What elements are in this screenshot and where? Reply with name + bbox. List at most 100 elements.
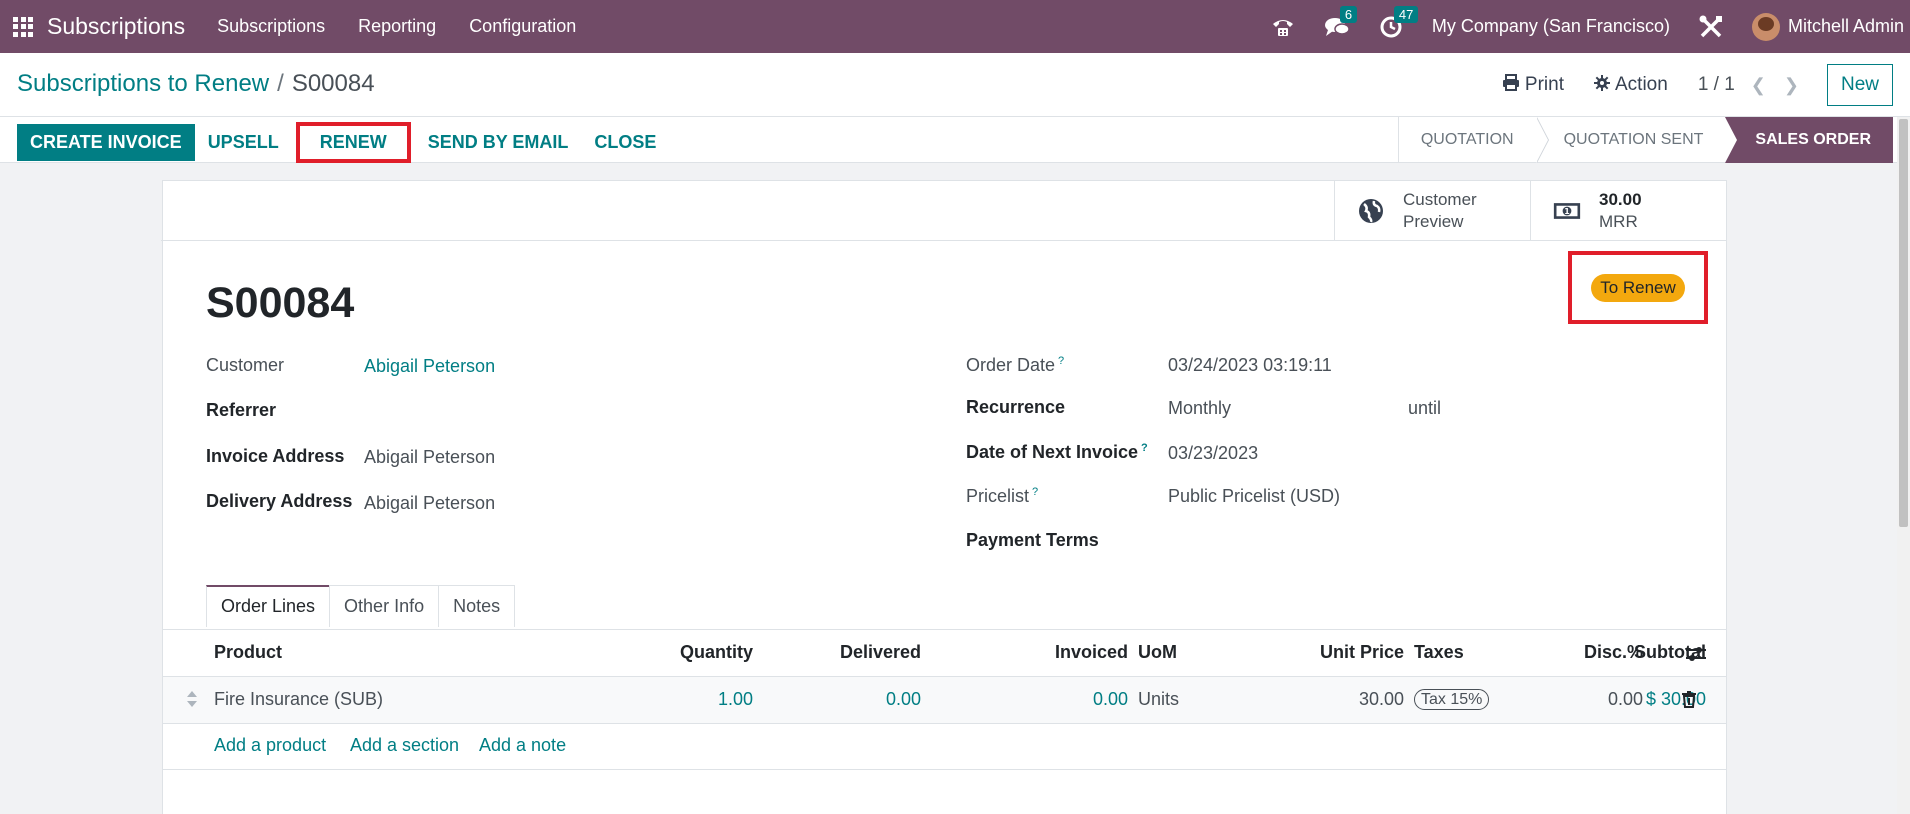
- order-date-label-text: Order Date: [966, 355, 1056, 375]
- stage-quotation-label: QUOTATION: [1420, 131, 1514, 148]
- help-icon[interactable]: ?: [1032, 486, 1038, 498]
- top-navbar: Subscriptions Subscriptions Reporting Co…: [0, 0, 1910, 53]
- action-label: Action: [1615, 74, 1668, 95]
- col-taxes[interactable]: Taxes: [1414, 642, 1464, 663]
- line-product[interactable]: Fire Insurance (SUB): [214, 689, 383, 710]
- help-icon[interactable]: ?: [1058, 355, 1064, 367]
- add-product-link[interactable]: Add a product: [214, 735, 326, 756]
- column-settings-icon[interactable]: [1686, 646, 1706, 667]
- invoice-address-field[interactable]: Abigail Peterson: [364, 447, 495, 468]
- mrr-text: 30.00 MRR: [1599, 189, 1642, 233]
- new-button[interactable]: New: [1826, 64, 1893, 106]
- mrr-button[interactable]: 1 30.00 MRR: [1530, 181, 1726, 241]
- customer-label: Customer: [206, 355, 285, 375]
- stage-quotation-sent[interactable]: QUOTATION SENT: [1536, 117, 1726, 163]
- page-title: S00084: [206, 279, 355, 327]
- money-icon: 1: [1553, 200, 1581, 222]
- recurrence-until-label: until: [1408, 398, 1442, 418]
- gear-icon: [1594, 74, 1610, 96]
- drag-handle-icon[interactable]: [186, 690, 198, 713]
- col-delivered[interactable]: Delivered: [723, 642, 921, 663]
- col-subtotal[interactable]: Subtotal: [1563, 642, 1706, 663]
- customer-preview-button[interactable]: Customer Preview: [1334, 181, 1530, 241]
- col-quantity[interactable]: Quantity: [533, 642, 753, 663]
- stage-quotation[interactable]: QUOTATION: [1399, 117, 1549, 163]
- status-badge: To Renew: [1591, 273, 1685, 302]
- help-icon[interactable]: ?: [1141, 442, 1148, 454]
- breadcrumb-parent[interactable]: Subscriptions to Renew: [17, 70, 269, 97]
- next-invoice-date-field[interactable]: 03/23/2023: [1168, 443, 1258, 464]
- send-by-email-button[interactable]: SEND BY EMAIL: [415, 124, 582, 161]
- customer-preview-line2: Preview: [1403, 212, 1464, 231]
- line-delivered[interactable]: 0.00: [723, 689, 921, 710]
- chat-icon[interactable]: 6: [1324, 5, 1358, 40]
- customer-preview-text: Customer Preview: [1403, 189, 1477, 233]
- create-invoice-button[interactable]: CREATE INVOICE: [17, 124, 195, 161]
- pricelist-field[interactable]: Public Pricelist (USD): [1168, 486, 1340, 507]
- menu-reporting[interactable]: Reporting: [358, 16, 436, 37]
- debug-tools-icon[interactable]: [1698, 14, 1724, 40]
- activity-clock-icon[interactable]: 47: [1378, 5, 1419, 40]
- scrollbar-thumb[interactable]: [1899, 119, 1908, 527]
- action-buttons: CREATE INVOICE UPSELL RENEW SEND BY EMAI…: [17, 122, 669, 163]
- menu-subscriptions[interactable]: Subscriptions: [217, 16, 325, 37]
- customer-field[interactable]: Abigail Peterson: [364, 356, 495, 377]
- form-sheet: Customer Preview 1 30.00 MRR To Renew S0…: [161, 180, 1727, 814]
- app-name[interactable]: Subscriptions: [47, 13, 185, 40]
- close-button[interactable]: CLOSE: [581, 124, 669, 161]
- renew-button[interactable]: RENEW: [295, 122, 411, 163]
- stage-sales-order[interactable]: SALES ORDER: [1725, 117, 1893, 163]
- phone-icon[interactable]: [1270, 14, 1296, 40]
- chevron-right-icon[interactable]: ❯: [1784, 75, 1799, 96]
- stage-quotation-sent-label: QUOTATION SENT: [1563, 131, 1704, 148]
- user-menu[interactable]: Mitchell Admin: [1788, 16, 1904, 37]
- tab-other-info[interactable]: Other Info: [329, 585, 440, 627]
- pager-value[interactable]: 1 / 1: [1698, 74, 1735, 96]
- chevron-left-icon[interactable]: ❮: [1751, 75, 1766, 96]
- recurrence-label: Recurrence: [966, 397, 1066, 417]
- referrer-field[interactable]: [364, 400, 864, 424]
- order-date-field[interactable]: 03/24/2023 03:19:11: [1168, 355, 1332, 376]
- table-header: Product Quantity Delivered Invoiced UoM …: [163, 630, 1726, 677]
- next-invoice-date-label-text: Date of Next Invoice: [966, 442, 1139, 462]
- activities-badge: 47: [1393, 5, 1419, 23]
- pricelist-label-text: Pricelist: [966, 486, 1030, 506]
- stage-sales-order-label: SALES ORDER: [1755, 131, 1871, 148]
- company-switcher[interactable]: My Company (San Francisco): [1432, 16, 1670, 37]
- payment-terms-field[interactable]: [1168, 530, 1668, 554]
- col-product[interactable]: Product: [214, 642, 282, 663]
- upsell-button[interactable]: UPSELL: [195, 124, 292, 161]
- messages-badge: 6: [1339, 5, 1358, 23]
- add-line-row: Add a product Add a section Add a note: [163, 724, 1726, 770]
- line-unit-price[interactable]: 30.00: [1163, 689, 1404, 710]
- add-section-link[interactable]: Add a section: [350, 735, 459, 756]
- empty-row: [163, 770, 1726, 814]
- delivery-address-field[interactable]: Abigail Peterson: [364, 493, 495, 514]
- print-button[interactable]: Print: [1502, 74, 1564, 96]
- breadcrumb-separator: /: [277, 70, 284, 97]
- tab-notes[interactable]: Notes: [438, 585, 516, 627]
- line-quantity[interactable]: 1.00: [533, 689, 753, 710]
- avatar[interactable]: [1751, 12, 1780, 41]
- control-panel: Subscriptions to Renew / S00084 Print Acti…: [0, 53, 1910, 117]
- pricelist-label: Pricelist?: [966, 486, 1038, 507]
- main-menu: Subscriptions Reporting Configuration: [217, 16, 609, 37]
- recurrence-field[interactable]: Monthly: [1168, 398, 1231, 419]
- app-menu-icon[interactable]: [13, 16, 33, 37]
- col-unit-price[interactable]: Unit Price: [1163, 642, 1404, 663]
- col-invoiced[interactable]: Invoiced: [923, 642, 1128, 663]
- action-button[interactable]: Action: [1594, 74, 1668, 96]
- trash-icon[interactable]: [1682, 691, 1696, 713]
- mrr-value: 30.00: [1599, 190, 1642, 209]
- printer-icon: [1502, 74, 1520, 96]
- line-invoiced[interactable]: 0.00: [923, 689, 1128, 710]
- svg-text:1: 1: [1564, 207, 1569, 216]
- add-note-link[interactable]: Add a note: [479, 735, 566, 756]
- tab-order-lines[interactable]: Order Lines: [206, 585, 331, 627]
- page-scrollbar[interactable]: [1897, 117, 1910, 814]
- customer-preview-line1: Customer: [1403, 190, 1477, 209]
- menu-configuration[interactable]: Configuration: [469, 16, 576, 37]
- payment-terms-label: Payment Terms: [966, 530, 1099, 550]
- table-row[interactable]: Fire Insurance (SUB) 1.00 0.00 0.00 Unit…: [163, 677, 1726, 724]
- stage-pipeline: QUOTATION QUOTATION SENT SALES ORDER: [1397, 117, 1893, 163]
